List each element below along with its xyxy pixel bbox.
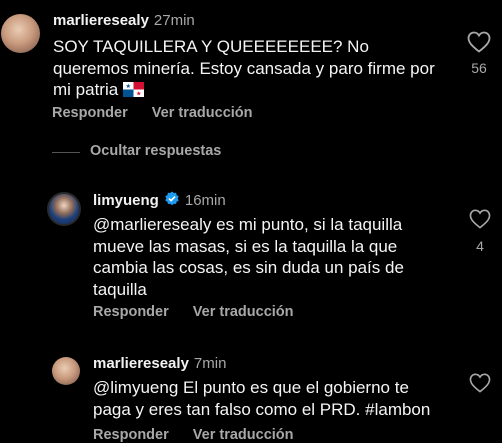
comment-text-line: taquilla: [93, 279, 147, 299]
comment-actions: Responder Ver traducción: [93, 427, 294, 443]
comment-text-line: cambia las cosas, es sin duda un país de: [93, 258, 404, 277]
verified-badge-icon: [164, 191, 180, 211]
comment-username[interactable]: marlieresealy 7min: [93, 355, 226, 372]
divider-line: [52, 152, 80, 153]
avatar-marlieresealy[interactable]: [1, 14, 40, 53]
comment-text-line: mueve las masas, si es la taquilla la qu…: [93, 236, 398, 256]
reply-button[interactable]: Responder: [52, 105, 128, 121]
comment-actions: Responder Ver traducción: [93, 304, 294, 320]
comment-text: @marlieresealy es mi punto, si la taquil…: [93, 214, 433, 300]
like-count: 56: [471, 60, 487, 76]
comment-text: SOY TAQUILLERA Y QUEEEEEEEE? No queremos…: [53, 36, 438, 103]
comment-time: 16min: [184, 192, 226, 209]
panama-flag-icon: [122, 81, 144, 103]
like-count: 4: [476, 238, 484, 254]
heart-icon[interactable]: [469, 209, 491, 234]
comment-time: 7min: [193, 355, 227, 372]
see-translation-button[interactable]: Ver traducción: [193, 427, 294, 443]
comment-username[interactable]: limyueng 16min: [93, 191, 226, 211]
hide-replies-label[interactable]: Ocultar respuestas: [90, 143, 221, 159]
avatar-limyueng[interactable]: [47, 192, 81, 226]
reply-button[interactable]: Responder: [93, 304, 169, 320]
comment-text: @limyueng El punto es que el gobierno te…: [93, 377, 453, 420]
comment-username[interactable]: marlieresealy 27min: [53, 12, 195, 29]
comment-text-line: @limyueng El punto es que el gobierno te: [93, 378, 409, 397]
heart-icon[interactable]: [467, 31, 491, 58]
see-translation-button[interactable]: Ver traducción: [152, 105, 253, 121]
username-text[interactable]: marlieresealy: [93, 355, 189, 372]
heart-icon[interactable]: [469, 373, 491, 398]
comment-text-line: @marlieresealy es mi punto, si la taquil…: [93, 215, 403, 234]
comment-actions: Responder Ver traducción: [52, 105, 253, 121]
comment-text-line: paga y eres tan falso como el PRD. #lamb…: [93, 399, 431, 419]
comment-time: 27min: [153, 12, 195, 29]
avatar-marlieresealy[interactable]: [52, 357, 80, 385]
username-text[interactable]: limyueng: [93, 192, 159, 209]
see-translation-button[interactable]: Ver traducción: [193, 304, 294, 320]
reply-button[interactable]: Responder: [93, 427, 169, 443]
username-text[interactable]: marlieresealy: [53, 12, 149, 29]
comment-text-body: SOY TAQUILLERA Y QUEEEEEEEE? No queremos…: [53, 37, 435, 99]
